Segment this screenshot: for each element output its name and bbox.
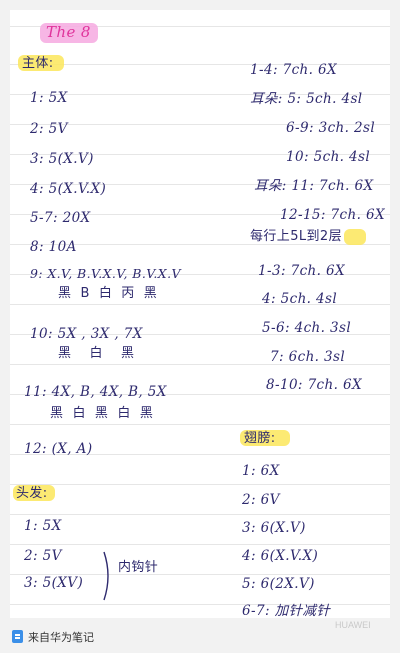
pattern-row: 4: 5ch. 4sl <box>262 291 338 307</box>
footer-bar: 来自华为笔记 HUAWEI <box>0 620 400 653</box>
pattern-row: 4: 6(X.V.X) <box>242 548 319 564</box>
pattern-row: 10: 5X , 3X , 7X <box>30 326 143 342</box>
page-title: The 8 <box>46 23 91 41</box>
heading-highlight <box>344 229 366 245</box>
pattern-row-colors: 黑 B 白 丙 黑 <box>58 286 158 301</box>
pattern-row: 12-15: 7ch. 6X <box>280 207 385 223</box>
bracket-note: 内钩针 <box>118 560 159 575</box>
bracket-icon <box>103 551 109 601</box>
pattern-row: 6-7: 加针减针 <box>242 603 331 618</box>
note-page: The 8 主体: 1: 5X 2: 5V 3: 5(X.V) 4: 5(X.V… <box>10 10 390 618</box>
section-note: 每行上5L到2层 <box>250 229 342 244</box>
pattern-row: 1: 5X <box>24 518 62 534</box>
pattern-row-colors: 黑 白 黑 白 黑 <box>50 406 154 421</box>
pattern-row: 耳朵: 11: 7ch. 6X <box>254 178 374 194</box>
pattern-row: 6-9: 3ch. 2sl <box>286 120 376 136</box>
notes-app-icon <box>12 630 23 643</box>
pattern-row: 12: (X, A) <box>24 441 93 457</box>
pattern-row: 1-3: 7ch. 6X <box>258 263 346 279</box>
pattern-row: 3: 5(X.V) <box>30 151 94 167</box>
section-heading: 翅膀: <box>244 431 276 446</box>
pattern-row: 10: 5ch. 4sl <box>286 149 371 165</box>
pattern-row: 9: X.V, B.V.X.V, B.V.X.V <box>30 266 181 281</box>
pattern-row: 5-7: 20X <box>30 210 91 226</box>
pattern-row: 1: 6X <box>242 463 280 479</box>
pattern-row: 5-6: 4ch. 3sl <box>262 320 352 336</box>
pattern-row: 8: 10A <box>30 239 77 255</box>
section-heading: 头发: <box>16 486 48 501</box>
pattern-row: 3: 5(XV) <box>24 575 84 591</box>
pattern-row: 4: 5(X.V.X) <box>30 181 107 197</box>
source-label: 来自华为笔记 <box>28 632 94 644</box>
pattern-row: 2: 5V <box>24 548 62 564</box>
pattern-row: 1: 5X <box>30 90 68 106</box>
pattern-row-colors: 黑 白 黑 <box>58 346 135 361</box>
watermark: HUAWEI <box>335 620 371 630</box>
section-heading: 主体: <box>22 56 54 71</box>
pattern-row: 8-10: 7ch. 6X <box>266 377 362 393</box>
pattern-row: 7: 6ch. 3sl <box>270 349 346 365</box>
pattern-row: 5: 6(2X.V) <box>242 576 315 592</box>
pattern-row: 3: 6(X.V) <box>242 520 306 536</box>
pattern-row: 2: 6V <box>242 492 280 508</box>
pattern-row: 2: 5V <box>30 121 68 137</box>
pattern-row: 1-4: 7ch. 6X <box>250 62 338 78</box>
pattern-row: 11: 4X, B, 4X, B, 5X <box>24 384 167 400</box>
pattern-row: 耳朵: 5: 5ch. 4sl <box>250 91 363 107</box>
